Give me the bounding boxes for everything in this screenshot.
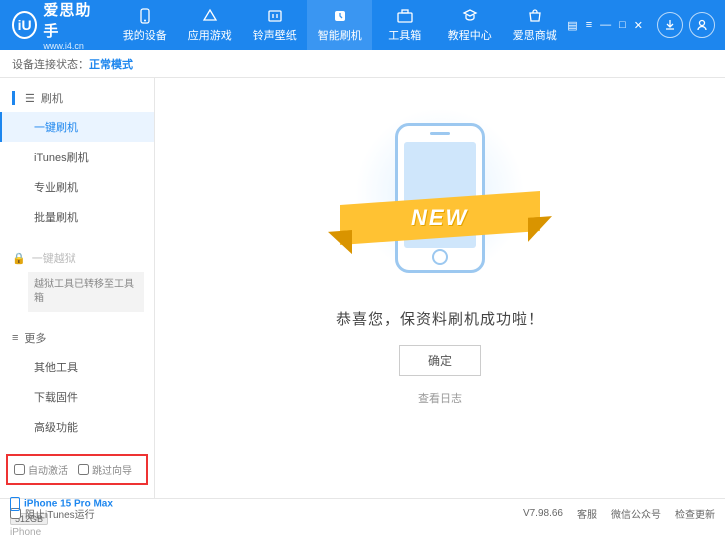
sidebar-item-itunes[interactable]: iTunes刷机 <box>0 142 154 172</box>
checkbox-block-itunes[interactable]: 阻止iTunes运行 <box>10 506 95 521</box>
menu-icon[interactable]: ▤ <box>567 19 577 32</box>
tutorial-icon <box>460 8 480 24</box>
phone-icon <box>10 497 20 511</box>
lock-icon: 🔒 <box>12 252 26 265</box>
sidebar-section-flash[interactable]: ☰刷机 <box>0 84 154 112</box>
sidebar-item-advanced[interactable]: 高级功能 <box>0 412 154 442</box>
ok-button[interactable]: 确定 <box>399 345 481 376</box>
success-illustration: NEW <box>340 108 540 288</box>
flash-icon <box>330 8 350 24</box>
tray-icon[interactable]: ≡ <box>586 19 592 32</box>
sidebar-item-firmware[interactable]: 下载固件 <box>0 382 154 412</box>
toolbox-icon <box>395 8 415 24</box>
checkbox-highlight-box: 自动激活 跳过向导 <box>6 454 148 485</box>
top-nav: 我的设备 应用游戏 铃声壁纸 智能刷机 工具箱 教程中心 爱思商城 <box>112 0 567 50</box>
logo-area: iU 爱思助手 www.i4.cn <box>0 0 112 51</box>
view-log-link[interactable]: 查看日志 <box>418 390 462 406</box>
footer-link-wechat[interactable]: 微信公众号 <box>611 506 661 521</box>
sidebar-section-jailbreak[interactable]: 🔒一键越狱 <box>0 244 154 272</box>
nav-ringtones[interactable]: 铃声壁纸 <box>242 0 307 50</box>
sidebar-item-other[interactable]: 其他工具 <box>0 352 154 382</box>
minimize-icon[interactable]: — <box>600 19 611 32</box>
title-bar: iU 爱思助手 www.i4.cn 我的设备 应用游戏 铃声壁纸 智能刷机 工具… <box>0 0 725 50</box>
success-message: 恭喜您，保资料刷机成功啦！ <box>336 308 544 329</box>
sidebar-item-pro[interactable]: 专业刷机 <box>0 172 154 202</box>
status-prefix: 设备连接状态： <box>12 56 89 72</box>
sidebar-item-batch[interactable]: 批量刷机 <box>0 202 154 232</box>
more-icon: ≡ <box>12 332 18 344</box>
list-icon: ☰ <box>25 92 35 105</box>
download-button[interactable] <box>657 12 683 38</box>
apps-icon <box>200 8 220 24</box>
footer-link-support[interactable]: 客服 <box>577 506 597 521</box>
app-name: 爱思助手 <box>43 0 100 41</box>
checkbox-auto-activate[interactable]: 自动激活 <box>14 462 68 477</box>
ringtone-icon <box>265 8 285 24</box>
sidebar-item-oneclick[interactable]: 一键刷机 <box>0 112 154 142</box>
device-type: iPhone <box>10 527 144 538</box>
nav-tutorials[interactable]: 教程中心 <box>437 0 502 50</box>
status-bar: 设备连接状态： 正常模式 <box>0 50 725 78</box>
sidebar-jailbreak-notice: 越狱工具已转移至工具箱 <box>28 272 144 312</box>
logo-icon: iU <box>12 11 37 39</box>
store-icon <box>525 8 545 24</box>
device-icon <box>135 8 155 24</box>
window-controls: ▤ ≡ — □ ✕ <box>567 19 643 32</box>
nav-flash[interactable]: 智能刷机 <box>307 0 372 50</box>
sidebar: ☰刷机 一键刷机 iTunes刷机 专业刷机 批量刷机 🔒一键越狱 越狱工具已转… <box>0 78 155 498</box>
checkbox-skip-guide[interactable]: 跳过向导 <box>78 462 132 477</box>
status-mode: 正常模式 <box>89 56 133 72</box>
maximize-icon[interactable]: □ <box>619 19 626 32</box>
nav-apps[interactable]: 应用游戏 <box>177 0 242 50</box>
app-url: www.i4.cn <box>43 41 100 51</box>
sidebar-section-more[interactable]: ≡更多 <box>0 324 154 352</box>
new-ribbon: NEW <box>340 191 540 245</box>
main-content: NEW 恭喜您，保资料刷机成功啦！ 确定 查看日志 <box>155 78 725 498</box>
version-label: V7.98.66 <box>523 508 563 519</box>
nav-store[interactable]: 爱思商城 <box>502 0 567 50</box>
user-button[interactable] <box>689 12 715 38</box>
nav-my-device[interactable]: 我的设备 <box>112 0 177 50</box>
footer-link-update[interactable]: 检查更新 <box>675 506 715 521</box>
close-icon[interactable]: ✕ <box>634 19 643 32</box>
nav-toolbox[interactable]: 工具箱 <box>372 0 437 50</box>
